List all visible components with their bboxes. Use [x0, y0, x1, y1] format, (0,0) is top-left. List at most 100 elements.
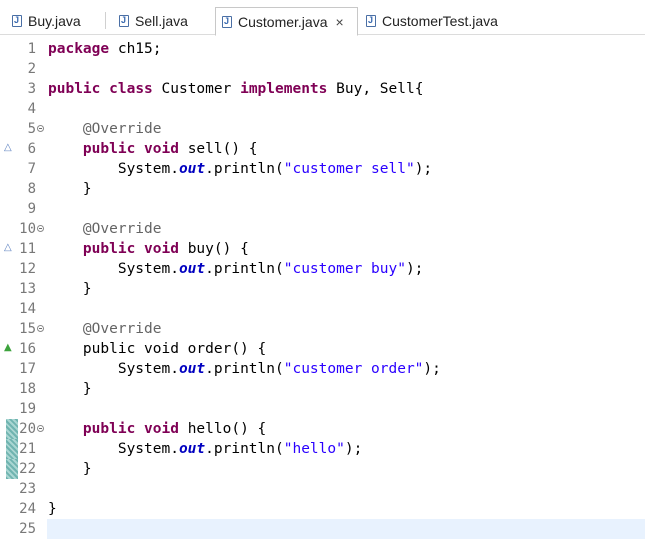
code-line[interactable]: 20 public void hello() { — [0, 419, 645, 439]
code-line[interactable]: 7 System.out.println("customer sell"); — [0, 159, 645, 179]
code-line[interactable]: 2 — [0, 59, 645, 79]
tab-label: CustomerTest.java — [382, 12, 498, 29]
code-line[interactable]: 23 — [0, 479, 645, 499]
code-line[interactable]: 18 } — [0, 379, 645, 399]
code-line[interactable]: 21 System.out.println("hello"); — [0, 439, 645, 459]
code-line[interactable]: 9 — [0, 199, 645, 219]
code-token: System. — [48, 261, 179, 277]
line-number: 18 — [19, 381, 36, 397]
code-token: package — [48, 41, 110, 57]
code-token: } — [48, 461, 92, 477]
code-line[interactable]: 25 — [0, 519, 645, 539]
code-token: class — [109, 81, 153, 97]
code-token: void — [144, 241, 179, 257]
code-token: "customer buy" — [283, 261, 406, 277]
line-number: 8 — [27, 181, 36, 197]
code-line[interactable]: 15 @Override — [0, 319, 645, 339]
code-token: out — [178, 161, 206, 177]
code-line[interactable]: 22 } — [0, 459, 645, 479]
override-triangle-icon[interactable]: △ — [4, 143, 12, 153]
line-number: 21 — [19, 441, 36, 457]
fold-collapse-icon[interactable] — [37, 125, 44, 132]
code-line[interactable]: 24} — [0, 499, 645, 519]
code-token: ); — [423, 361, 441, 377]
code-line[interactable]: 12 System.out.println("customer buy"); — [0, 259, 645, 279]
tab-customer-java[interactable]: Customer.java × — [215, 7, 358, 36]
line-number: 4 — [27, 101, 36, 117]
code-token: sell() { — [178, 141, 258, 157]
code-line[interactable]: △ 11 public void buy() { — [0, 239, 645, 259]
code-line[interactable]: 1 package ch15; — [0, 39, 645, 59]
code-text: package ch15; — [48, 39, 162, 59]
tab-buy-java[interactable]: Buy.java — [6, 6, 102, 35]
code-text: @Override — [48, 119, 162, 139]
line-number: 14 — [19, 301, 36, 317]
code-line[interactable]: 3 public class Customer implements Buy, S… — [0, 79, 645, 99]
code-line[interactable]: 5 @Override — [0, 119, 645, 139]
code-line[interactable]: 17 System.out.println("customer order"); — [0, 359, 645, 379]
code-line[interactable]: 13 } — [0, 279, 645, 299]
code-text: System.out.println("customer buy"); — [48, 259, 424, 279]
code-token: implements — [240, 81, 328, 97]
tab-label: Sell.java — [135, 12, 188, 29]
line-number: 20 — [19, 421, 36, 437]
code-token: "hello" — [283, 441, 345, 457]
code-line[interactable]: 4 — [0, 99, 645, 119]
code-line[interactable]: 8 } — [0, 179, 645, 199]
code-token: public — [82, 421, 136, 437]
code-line[interactable]: 10 @Override — [0, 219, 645, 239]
tab-customertest-java[interactable]: CustomerTest.java — [360, 6, 520, 35]
fold-collapse-icon[interactable] — [37, 425, 44, 432]
fold-collapse-icon[interactable] — [37, 225, 44, 232]
line-number: 16 — [19, 341, 36, 357]
code-editor[interactable]: 1 package ch15; 2 3 public class Customer im… — [0, 36, 645, 557]
line-number: 7 — [27, 161, 36, 177]
code-text: System.out.println("hello"); — [48, 439, 362, 459]
line-number: 11 — [19, 241, 36, 257]
code-text: } — [48, 499, 57, 519]
line-number: 3 — [27, 81, 36, 97]
code-token: @Override — [82, 121, 162, 137]
implements-triangle-icon[interactable]: ▲ — [4, 343, 12, 353]
code-text: } — [48, 459, 92, 479]
line-number: 9 — [27, 201, 36, 217]
line-number: 24 — [19, 501, 36, 517]
code-token: .println( — [205, 441, 284, 457]
code-text: System.out.println("customer order"); — [48, 359, 441, 379]
java-file-icon — [12, 14, 22, 27]
override-triangle-icon[interactable]: △ — [4, 243, 12, 253]
tab-sell-java[interactable]: Sell.java — [113, 6, 213, 35]
close-icon[interactable]: × — [335, 14, 343, 30]
code-text: @Override — [48, 319, 162, 339]
code-line[interactable]: 14 — [0, 299, 645, 319]
code-token: public — [82, 241, 136, 257]
tab-separator — [105, 12, 106, 29]
java-file-icon — [222, 15, 232, 28]
code-text: System.out.println("customer sell"); — [48, 159, 432, 179]
code-token: @Override — [82, 221, 162, 237]
code-token: Customer — [152, 81, 241, 97]
fold-collapse-icon[interactable] — [37, 325, 44, 332]
code-text: public class Customer implements Buy, Se… — [48, 79, 423, 99]
code-token: System. — [48, 361, 179, 377]
code-token: System. — [48, 441, 179, 457]
code-text: } — [48, 279, 92, 299]
code-token: "customer sell" — [283, 161, 415, 177]
line-number: 22 — [19, 461, 36, 477]
line-number: 5 — [27, 121, 36, 137]
code-text: @Override — [48, 219, 162, 239]
code-line[interactable]: △ 6 public void sell() { — [0, 139, 645, 159]
code-line[interactable]: ▲ 16 public void order() { — [0, 339, 645, 359]
line-number: 2 — [27, 61, 36, 77]
code-token: .println( — [205, 161, 284, 177]
line-number: 15 — [19, 321, 36, 337]
code-text: public void sell() { — [48, 139, 258, 159]
code-line[interactable]: 19 — [0, 399, 645, 419]
